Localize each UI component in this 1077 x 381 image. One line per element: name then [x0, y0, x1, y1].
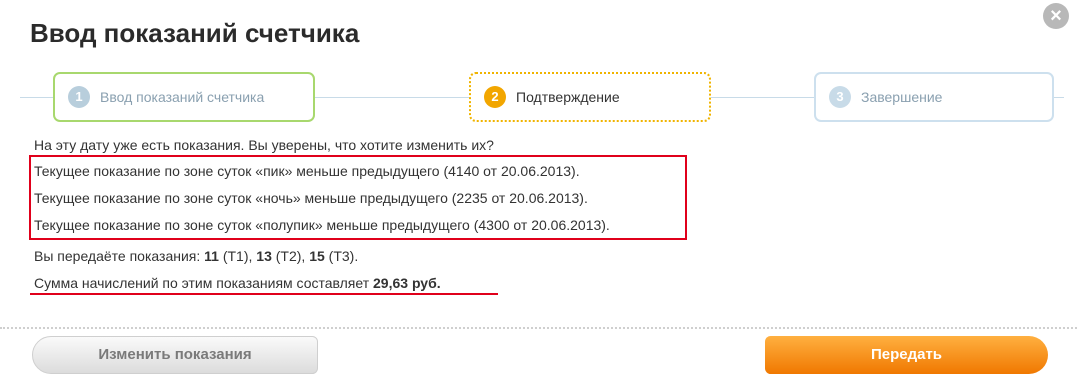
dialog-title: Ввод показаний счетчика [30, 18, 360, 48]
step-number-badge: 3 [829, 86, 851, 108]
reading-t3-value: 15 [309, 248, 325, 264]
reading-t1-value: 11 [204, 248, 219, 264]
step-number-badge: 1 [68, 86, 90, 108]
stepper-line-right [1054, 97, 1064, 98]
sum-underline [30, 293, 498, 295]
submit-button[interactable]: Передать [765, 336, 1048, 374]
warning-half-peak: Текущее показание по зоне суток «полупик… [34, 217, 610, 233]
footer-divider [0, 327, 1077, 329]
close-icon[interactable]: × [1043, 3, 1069, 29]
charge-sum: Сумма начислений по этим показаниям сост… [34, 275, 441, 291]
confirmation-question: На эту дату уже есть показания. Вы увере… [34, 137, 494, 153]
readings-prefix: Вы передаёте показания: [34, 248, 205, 264]
sum-prefix: Сумма начислений по этим показаниям сост… [34, 275, 374, 291]
step-label: Ввод показаний счетчика [100, 89, 265, 105]
step-confirmation: 2 Подтверждение [469, 72, 711, 122]
warning-peak: Текущее показание по зоне суток «пик» ме… [34, 163, 580, 179]
sum-amount: 29,63 руб. [373, 275, 441, 291]
step-number-badge: 2 [484, 86, 506, 108]
stepper-line-2-3 [711, 97, 816, 98]
step-completion: 3 Завершение [814, 72, 1054, 122]
reading-t2-value: 13 [256, 248, 272, 264]
step-label: Подтверждение [516, 89, 620, 105]
stepper-line-left [20, 97, 55, 98]
step-input-readings[interactable]: 1 Ввод показаний счетчика [53, 72, 315, 122]
warning-night: Текущее показание по зоне суток «ночь» м… [34, 190, 588, 206]
stepper-line-1-2 [315, 97, 471, 98]
reading-t2-label: (Т2), [271, 248, 310, 264]
reading-t3-label: (Т3). [324, 248, 359, 264]
readings-summary: Вы передаёте показания: 11 (Т1), 13 (Т2)… [34, 248, 358, 264]
change-readings-button[interactable]: Изменить показания [32, 336, 318, 374]
step-label: Завершение [861, 89, 943, 105]
reading-t1-label: (Т1), [218, 248, 257, 264]
